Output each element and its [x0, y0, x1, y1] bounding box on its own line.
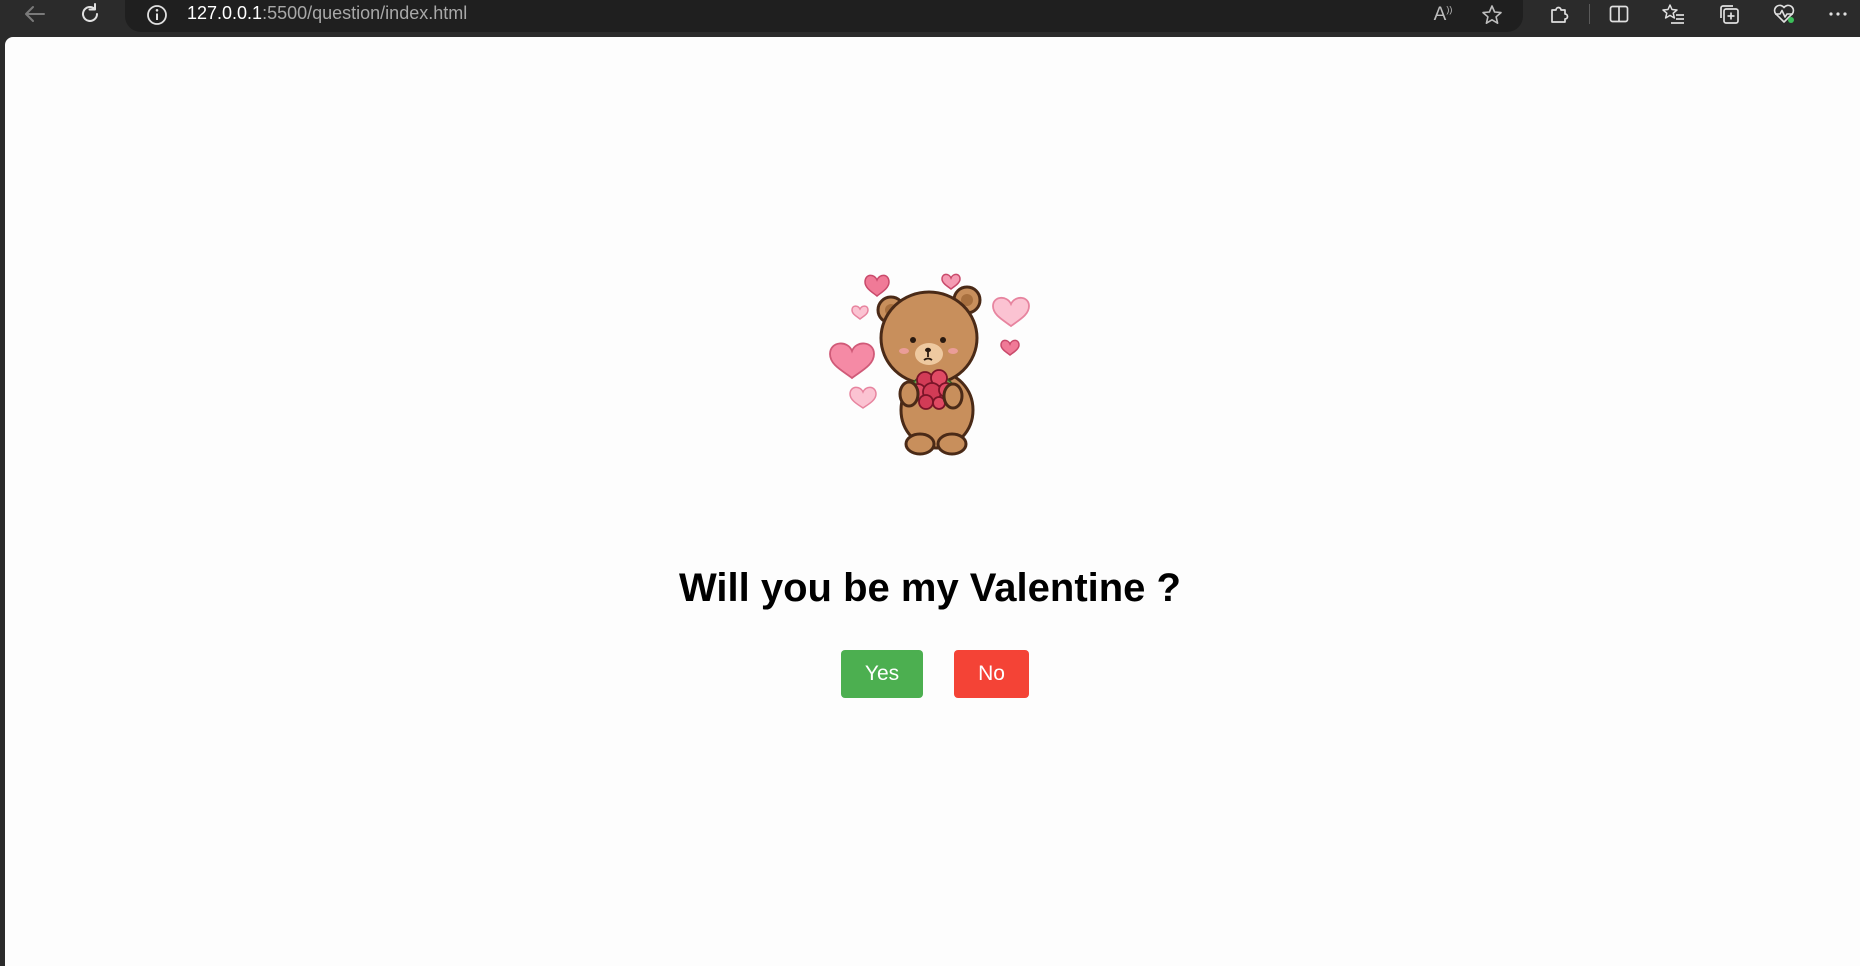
read-aloud-waves: ))	[1446, 4, 1453, 15]
url-text[interactable]: 127.0.0.1:5500/question/index.html	[187, 3, 467, 23]
back-button[interactable]	[17, 0, 53, 28]
info-icon	[147, 5, 167, 25]
collections-button[interactable]	[1713, 0, 1745, 28]
heart-icon	[851, 305, 869, 320]
favorites-button[interactable]	[1658, 0, 1690, 28]
yes-button[interactable]: Yes	[841, 650, 923, 698]
heart-icon	[941, 273, 961, 290]
extensions-icon	[1551, 6, 1569, 23]
refresh-icon	[82, 3, 98, 22]
collections-icon	[1720, 5, 1739, 24]
no-button[interactable]: No	[954, 650, 1029, 698]
read-aloud-icon: A))	[1434, 4, 1453, 26]
extensions-button[interactable]	[1543, 0, 1575, 28]
url-host: 127.0.0.1	[187, 3, 263, 23]
split-screen-button[interactable]	[1603, 0, 1635, 28]
favorites-icon	[1662, 4, 1684, 24]
browser-toolbar: 127.0.0.1:5500/question/index.html A))	[0, 0, 1860, 37]
page-title: Will you be my Valentine ?	[679, 566, 1181, 610]
toolbar-divider	[1589, 4, 1590, 24]
more-icon	[1829, 12, 1847, 16]
heart-icon	[829, 342, 875, 380]
browser-essentials-button[interactable]	[1768, 0, 1800, 28]
more-button[interactable]	[1822, 0, 1854, 28]
heart-icon	[1000, 339, 1020, 356]
read-aloud-letter: A	[1433, 4, 1447, 25]
read-aloud-button[interactable]: A))	[1429, 2, 1457, 28]
url-path: :5500/question/index.html	[262, 3, 468, 23]
browser-essentials-icon	[1773, 4, 1795, 23]
teddy-bear-image	[829, 273, 1030, 456]
page-viewport	[5, 37, 1860, 966]
back-arrow-icon	[25, 6, 45, 22]
favorite-button[interactable]	[1478, 2, 1506, 28]
address-bar[interactable]: 127.0.0.1:5500/question/index.html A))	[125, 0, 1523, 32]
heart-icon	[849, 386, 877, 409]
favorite-star-icon	[1482, 5, 1502, 24]
split-screen-icon	[1609, 5, 1629, 23]
site-info-button[interactable]	[145, 3, 169, 27]
heart-icon	[992, 296, 1030, 328]
refresh-button[interactable]	[72, 0, 108, 28]
heart-icon	[864, 274, 890, 297]
